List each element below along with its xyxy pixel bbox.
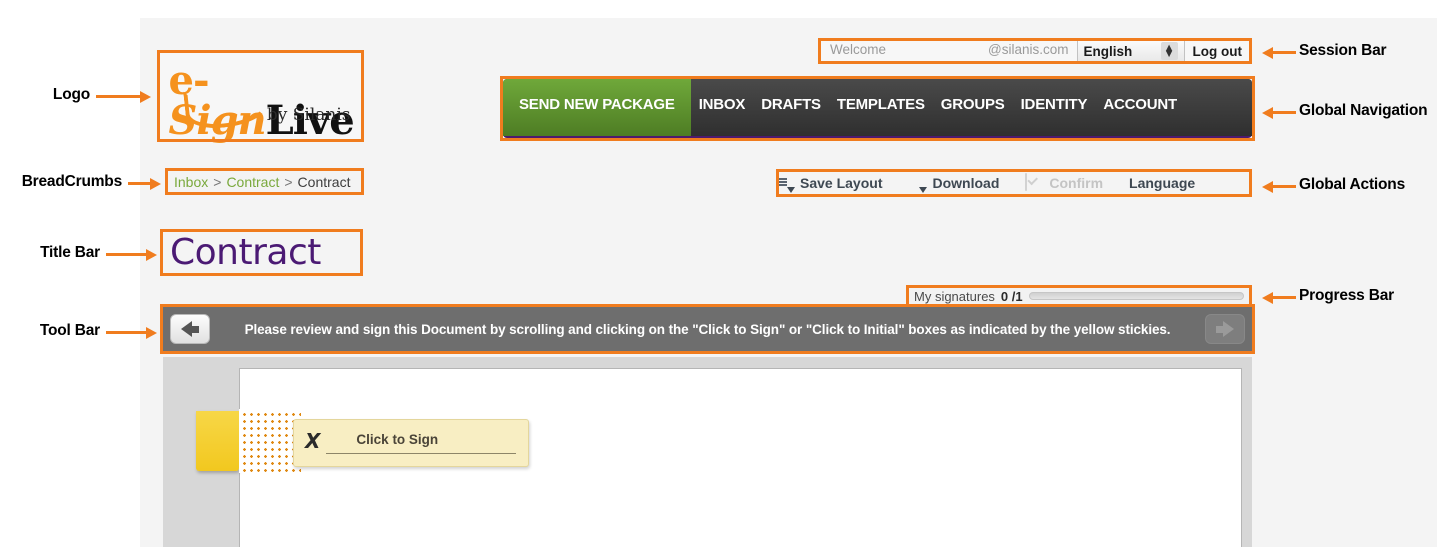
save-layout-button[interactable]: Save Layout (776, 173, 883, 193)
toolbar-instruction-message: Please review and sign this Document by … (210, 322, 1205, 337)
annotation-arrow-breadcrumbs-head (150, 177, 161, 190)
breadcrumb-separator: > (284, 173, 293, 190)
annotation-arrow-session-bar-line (1272, 51, 1296, 54)
toolbar-msg-quote-click-to-initial: "Click to Initial" (805, 321, 905, 337)
stepper-up-down-icon[interactable]: ▲ ▼ (1160, 41, 1178, 61)
annotation-arrow-global-navigation-line (1272, 111, 1296, 114)
page-title: Contract (170, 231, 321, 273)
annotation-label-title-bar: Title Bar (40, 244, 100, 261)
global-navigation: SEND NEW PACKAGE INBOX DRAFTS TEMPLATES … (503, 79, 1252, 136)
nav-item-identity[interactable]: IDENTITY (1021, 96, 1088, 113)
download-button[interactable]: Download (908, 174, 1000, 193)
annotation-arrow-tool-bar-line (106, 331, 148, 334)
language-select[interactable]: English ▲ ▼ (1076, 38, 1185, 64)
annotation-label-global-actions: Global Actions (1299, 176, 1405, 193)
nav-item-groups[interactable]: GROUPS (941, 96, 1005, 113)
logo[interactable]: e-SignLive by Silanis (157, 50, 364, 142)
breadcrumb-separator: > (213, 173, 222, 190)
save-layout-icon (776, 173, 795, 193)
logout-link[interactable]: Log out (1185, 38, 1252, 64)
breadcrumb-item-inbox[interactable]: Inbox (174, 174, 208, 190)
annotated-ui-diagram: e-SignLive by Silanis Welcome @silanis.c… (0, 0, 1437, 547)
signature-line-area: Click to Sign (326, 420, 528, 466)
annotation-arrow-progress-bar-line (1272, 296, 1296, 299)
signature-x-mark: X (305, 429, 321, 453)
confirm-button: Confirm (1025, 173, 1104, 192)
download-document-icon (908, 174, 928, 193)
language-label: Language (1129, 175, 1196, 191)
nav-item-drafts[interactable]: DRAFTS (761, 96, 821, 113)
toolbar-msg-part2: or (785, 321, 806, 337)
annotation-arrow-breadcrumbs-line (128, 182, 152, 185)
logo-artwork: e-SignLive by Silanis (163, 57, 359, 141)
annotation-arrow-logo-line (96, 95, 142, 98)
nav-item-inbox[interactable]: INBOX (699, 96, 746, 113)
language-button[interactable]: Language (1129, 175, 1209, 191)
nav-item-account[interactable]: ACCOUNT (1103, 96, 1177, 113)
progress-bar: My signatures 0 /1 (906, 285, 1252, 307)
toolbar-msg-quote-click-to-sign: "Click to Sign" (692, 321, 786, 337)
signature-dot-patch (239, 409, 301, 473)
welcome-text: Welcome (830, 42, 887, 57)
next-page-button (1205, 314, 1245, 344)
global-nav-items: INBOX DRAFTS TEMPLATES GROUPS IDENTITY A… (690, 79, 1252, 136)
annotation-label-global-navigation: Global Navigation (1299, 102, 1428, 119)
annotation-arrow-title-bar-head (146, 248, 157, 261)
signature-rule (326, 453, 516, 454)
nav-item-templates[interactable]: TEMPLATES (837, 96, 925, 113)
annotation-label-progress-bar: Progress Bar (1299, 287, 1394, 304)
breadcrumb: Inbox > Contract > Contract (165, 168, 364, 195)
session-bar: Welcome @silanis.com English ▲ ▼ Log out (818, 38, 1252, 64)
language-select-value: English (1083, 43, 1133, 59)
progress-count: 0 /1 (1000, 288, 1023, 304)
logo-wordmark: e-SignLive (169, 61, 359, 141)
progress-track (1028, 292, 1244, 300)
nav-send-new-package-button[interactable]: SEND NEW PACKAGE (503, 79, 691, 136)
confirm-label: Confirm (1049, 175, 1104, 191)
click-to-sign-box[interactable]: X Click to Sign (293, 419, 529, 467)
download-label: Download (932, 175, 1000, 191)
progress-label: My signatures (914, 288, 995, 304)
click-to-sign-label: Click to Sign (356, 432, 439, 447)
breadcrumb-item-contract[interactable]: Contract (226, 174, 279, 190)
annotation-label-tool-bar: Tool Bar (39, 322, 100, 339)
arrow-right-icon (1223, 321, 1234, 337)
annotation-arrow-tool-bar-head (146, 326, 157, 339)
logo-tagline: by Silanis (266, 105, 351, 125)
annotation-arrow-global-actions-line (1272, 185, 1296, 188)
save-layout-label: Save Layout (800, 175, 883, 191)
previous-page-button[interactable] (170, 314, 210, 344)
tool-bar: Please review and sign this Document by … (163, 307, 1252, 351)
toolbar-msg-part1: Please review and sign this Document by … (244, 321, 693, 337)
confirm-checkbox-icon (1025, 173, 1042, 192)
title-bar: Contract (160, 229, 363, 276)
logo-part-sign: Sign (168, 97, 267, 144)
toolbar-msg-part3: boxes as indicated by the yellow stickie… (904, 321, 1171, 337)
breadcrumb-item-current: Contract (297, 173, 351, 190)
annotation-label-session-bar: Session Bar (1299, 42, 1387, 59)
global-actions: Save Layout Download Confirm Language (776, 169, 1252, 197)
annotation-arrow-title-bar-line (106, 253, 148, 256)
annotation-label-breadcrumbs: BreadCrumbs (21, 173, 123, 190)
annotation-arrow-logo-head (140, 90, 151, 103)
arrow-left-icon (181, 321, 192, 337)
annotation-label-logo: Logo (52, 86, 90, 103)
account-domain-text: @silanis.com (988, 42, 1069, 57)
yellow-sticky-tab-icon[interactable] (196, 411, 239, 471)
